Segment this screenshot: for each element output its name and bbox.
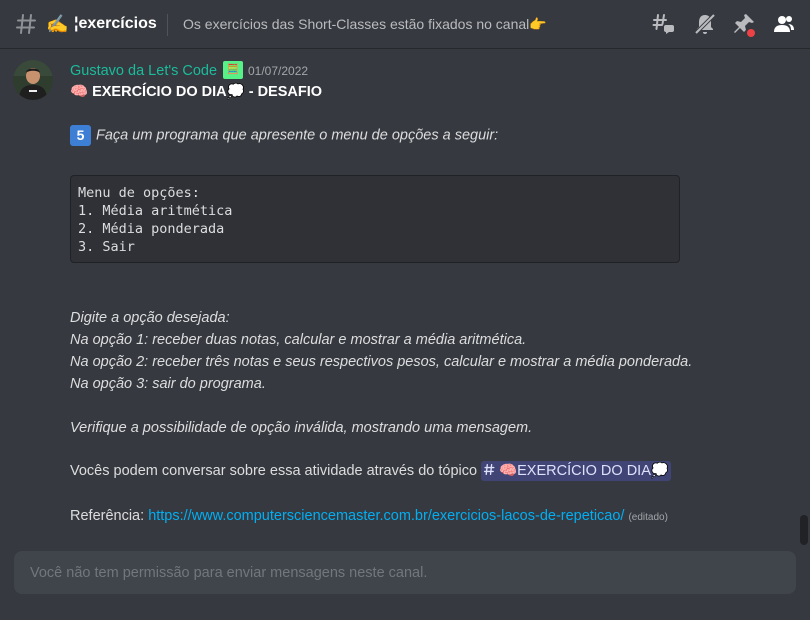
message-timestamp[interactable]: 01/07/2022 <box>248 64 308 78</box>
reference-link[interactable]: https://www.computersciencemaster.com.br… <box>148 508 624 524</box>
exercise-intro: 5 Faça um programa que apresente o menu d… <box>70 125 498 146</box>
code-line: 3. Sair <box>78 239 135 255</box>
message-input-disabled[interactable]: Você não tem permissão para enviar mensa… <box>14 551 796 594</box>
channel-header: ✍️ ¦exercícios Os exercícios das Short-C… <box>0 0 810 49</box>
unread-pin-badge <box>745 27 757 39</box>
reference-line: Referência: https://www.computersciencem… <box>70 507 668 527</box>
channel-emoji: ✍️ <box>46 14 69 34</box>
code-block: Menu de opções: 1. Média aritmética 2. M… <box>70 175 680 263</box>
user-avatar[interactable] <box>13 60 53 100</box>
code-line: Menu de opções: <box>78 185 200 201</box>
channel-mention[interactable]: 🧠EXERCÍCIO DO DIA💭 <box>481 461 671 481</box>
input-placeholder: Você não tem permissão para enviar mensa… <box>30 565 428 581</box>
italic-line: Na opção 1: receber duas notas, calcular… <box>70 332 527 348</box>
channel-name: ¦exercícios <box>74 15 157 32</box>
message-author[interactable]: Gustavo da Let's Code <box>70 62 217 80</box>
brain-emoji: 🧠 <box>70 84 89 100</box>
number-five-emoji: 5 <box>70 125 91 146</box>
intro-text: Faça um programa que apresente o menu de… <box>96 127 499 144</box>
pointing-emoji: 👉 <box>529 16 547 32</box>
title-suffix: - DESAFIO <box>244 84 323 100</box>
edited-label: (editado) <box>628 512 668 523</box>
code-line: 2. Média ponderada <box>78 221 225 237</box>
reference-label: Referência: <box>70 508 149 524</box>
thread-hash-icon <box>483 463 495 476</box>
italic-line: Na opção 2: receber três notas e seus re… <box>70 354 693 370</box>
channel-topic[interactable]: Os exercícios das Short-Classes estão fi… <box>183 15 547 33</box>
scrollbar[interactable] <box>800 515 808 545</box>
italic-line: Digite a opção desejada: <box>70 310 230 326</box>
italic-line: Na opção 3: sair do programa. <box>70 376 266 392</box>
threads-icon[interactable] <box>652 12 676 36</box>
verify-line: Verifique a possibilidade de opção invál… <box>70 420 533 436</box>
member-list-icon[interactable] <box>772 12 796 36</box>
header-divider <box>167 14 168 36</box>
code-line: 1. Média aritmética <box>78 203 233 219</box>
avatar-image <box>13 60 53 100</box>
notification-muted-icon[interactable] <box>693 12 717 36</box>
conversation-line: Vocês podem conversar sobre essa ativida… <box>70 461 671 481</box>
message-title: 🧠 EXERCÍCIO DO DIA💭 - DESAFIO <box>70 82 322 102</box>
hashtag-icon <box>16 14 36 34</box>
role-icon: 🧮 <box>223 61 243 79</box>
thought-bubble-emoji: 💭 <box>226 84 245 100</box>
conversation-text: Vocês podem conversar sobre essa ativida… <box>70 463 482 479</box>
title-text: EXERCÍCIO DO DIA <box>92 84 227 100</box>
